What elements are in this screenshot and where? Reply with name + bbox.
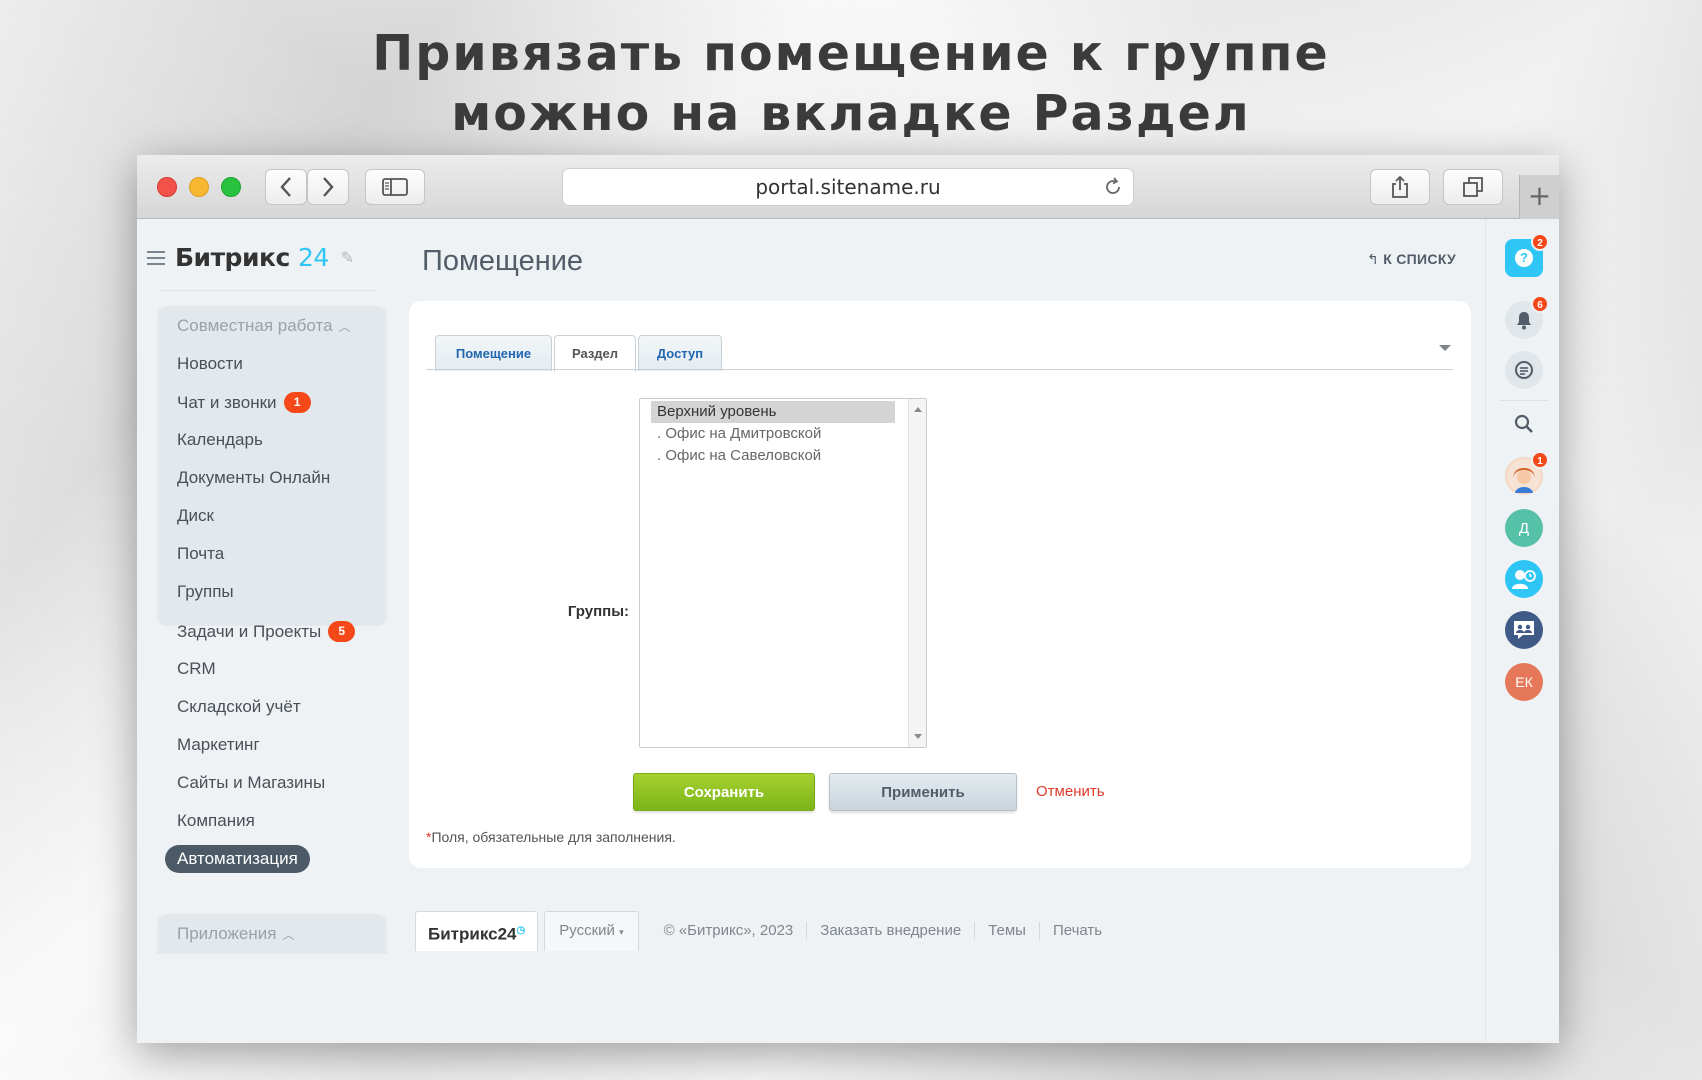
clock-icon: ◷ <box>516 925 526 936</box>
search-button[interactable] <box>1505 405 1543 443</box>
groups-option[interactable]: Верхний уровень <box>651 401 895 423</box>
sidebar-item-marketing[interactable]: Маркетинг <box>177 735 260 755</box>
bitrix-logo[interactable]: Битрикс 24 <box>175 243 329 272</box>
messages-button[interactable] <box>1505 351 1543 389</box>
footer-logo[interactable]: Битрикс24◷ <box>415 911 539 951</box>
tab-access[interactable]: Доступ <box>638 335 722 371</box>
back-to-list-link[interactable]: ↰ К СПИСКУ <box>1367 251 1456 268</box>
chat-counter-badge: 1 <box>283 392 311 413</box>
user-avatar-photo[interactable]: 1 <box>1505 451 1549 495</box>
notifications-badge: 6 <box>1531 295 1549 313</box>
sidebar-item-inventory[interactable]: Складской учёт <box>177 697 301 717</box>
question-icon: ? <box>1515 249 1533 267</box>
bell-icon <box>1517 312 1531 330</box>
chat-bubble-icon <box>1515 361 1533 379</box>
forward-button[interactable] <box>307 169 349 205</box>
sidebar-item-chat[interactable]: Чат и звонки 1 <box>177 392 311 413</box>
tabs-overview-button[interactable] <box>1443 169 1503 205</box>
themes-link[interactable]: Темы <box>974 922 1039 940</box>
sidebar-item-tasks[interactable]: Задачи и Проекты 5 <box>177 621 356 642</box>
bitrix-app: Битрикс 24 ✎ Совместная работа ︿ Новости … <box>137 219 1559 1043</box>
sidebar-toggle-button[interactable] <box>365 169 425 205</box>
language-selector[interactable]: Русский ▾ <box>544 911 639 951</box>
save-button[interactable]: Сохранить <box>633 773 815 811</box>
chevron-up-icon: ︿ <box>338 319 351 334</box>
required-fields-note: *Поля, обязательные для заполнения. <box>426 829 676 845</box>
right-rail: ? 2 6 1 Д ЕК <box>1485 219 1559 1043</box>
scroll-up-arrow-icon[interactable] <box>914 407 922 412</box>
chevron-up-icon: ︿ <box>282 927 295 942</box>
avatar-badge: 1 <box>1531 451 1549 469</box>
sidebar-item-automation[interactable]: Автоматизация <box>165 845 310 873</box>
group-chat-button[interactable] <box>1505 611 1543 649</box>
tab-room[interactable]: Помещение <box>435 335 552 371</box>
sidebar-item-sites[interactable]: Сайты и Магазины <box>177 773 325 793</box>
groups-option[interactable]: . Офис на Дмитровской <box>651 423 895 445</box>
minimize-window-button[interactable] <box>189 177 209 197</box>
open-lines-button[interactable] <box>1505 560 1543 598</box>
scroll-down-arrow-icon[interactable] <box>914 734 922 739</box>
address-bar[interactable]: portal.sitename.ru <box>562 168 1134 206</box>
chevron-left-icon <box>280 177 291 197</box>
footer: Битрикс24◷ Русский ▾ © «Битрикс», 2023 З… <box>415 911 1115 951</box>
tasks-counter-badge: 5 <box>328 621 356 642</box>
user-clock-icon <box>1512 570 1536 589</box>
sidebar-icon <box>382 178 408 196</box>
caret-down-icon: ▾ <box>619 927 624 937</box>
sidebar-item-company[interactable]: Компания <box>177 811 255 831</box>
reload-icon[interactable] <box>1103 177 1123 197</box>
tabs-icon <box>1463 177 1483 197</box>
copyright-text: © «Битрикс», 2023 <box>663 922 794 939</box>
headline-line-2: можно на вкладке Раздел <box>451 85 1251 142</box>
sidebar-item-groups[interactable]: Группы <box>177 582 234 602</box>
menu-group-header-apps[interactable]: Приложения ︿ <box>177 924 294 944</box>
sidebar-header: Битрикс 24 ✎ <box>147 243 354 272</box>
search-icon <box>1514 414 1533 433</box>
groups-multiselect[interactable]: Верхний уровень . Офис на Дмитровской . … <box>639 398 927 748</box>
sidebar-item-crm[interactable]: CRM <box>177 659 216 679</box>
divider <box>159 290 377 291</box>
url-text: portal.sitename.ru <box>755 175 941 199</box>
return-arrow-icon: ↰ <box>1367 251 1384 267</box>
user-d-avatar[interactable]: Д <box>1505 509 1543 547</box>
page-title: Помещение <box>422 245 584 277</box>
edit-pencil-icon[interactable]: ✎ <box>341 248 354 268</box>
print-link[interactable]: Печать <box>1038 922 1115 940</box>
share-button[interactable] <box>1370 169 1430 205</box>
close-window-button[interactable] <box>157 177 177 197</box>
order-implementation-link[interactable]: Заказать внедрение <box>806 922 974 940</box>
browser-window: portal.sitename.ru + Битрикс 24 ✎ Совмес… <box>137 155 1559 1043</box>
menu-group-header-collaboration[interactable]: Совместная работа ︿ <box>177 316 351 336</box>
sidebar-item-disk[interactable]: Диск <box>177 506 214 526</box>
groups-field-label: Группы: <box>567 603 629 620</box>
browser-toolbar: portal.sitename.ru + <box>137 155 1559 219</box>
help-button[interactable]: ? 2 <box>1505 233 1549 277</box>
user-ek-avatar[interactable]: ЕК <box>1505 663 1543 701</box>
maximize-window-button[interactable] <box>221 177 241 197</box>
apply-button[interactable]: Применить <box>829 773 1017 811</box>
sidebar-item-news[interactable]: Новости <box>177 354 243 374</box>
tabs-divider <box>426 369 1453 370</box>
listbox-scrollbar[interactable] <box>908 399 926 747</box>
sidebar-item-documents[interactable]: Документы Онлайн <box>177 468 330 488</box>
menu-icon[interactable] <box>147 250 165 265</box>
chevron-right-icon <box>323 177 334 197</box>
help-badge: 2 <box>1531 233 1549 251</box>
notifications-button[interactable]: 6 <box>1505 295 1549 339</box>
rail-divider <box>1500 400 1548 401</box>
group-chat-icon <box>1514 621 1534 639</box>
back-button[interactable] <box>265 169 307 205</box>
share-icon <box>1392 175 1408 198</box>
tab-section[interactable]: Раздел <box>554 335 636 372</box>
sidebar-item-mail[interactable]: Почта <box>177 544 224 564</box>
room-form-card: Помещение Раздел Доступ Группы: Верхний … <box>409 301 1471 868</box>
groups-option[interactable]: . Офис на Савеловской <box>651 445 895 467</box>
chevron-down-icon[interactable] <box>1439 345 1451 351</box>
new-tab-button[interactable]: + <box>1519 175 1559 219</box>
cancel-link[interactable]: Отменить <box>1036 783 1105 800</box>
headline-line-1: Привязать помещение к группе <box>372 25 1330 82</box>
sidebar-item-calendar[interactable]: Календарь <box>177 430 263 450</box>
